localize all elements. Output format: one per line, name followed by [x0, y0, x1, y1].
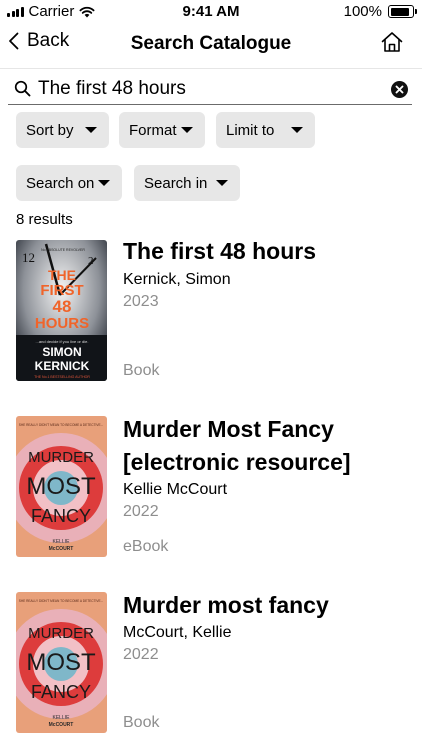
sort-by-dropdown[interactable]: Sort by [16, 112, 109, 148]
format-label: Format [129, 121, 177, 139]
home-button[interactable] [380, 30, 404, 59]
cover-footer: THE No.1 BESTSELLING AUTHOR [34, 375, 90, 379]
cover-title-line: MOST [26, 473, 96, 500]
page-title: Search Catalogue [130, 33, 292, 54]
status-bar: Carrier 9:41 AM 100% [0, 0, 422, 24]
cover-author-line: KERNICK [35, 359, 90, 373]
search-bar[interactable] [8, 74, 412, 105]
result-title[interactable]: Murder most fancy [123, 589, 413, 622]
result-format: Book [123, 362, 160, 379]
result-author: Kellie McCourt [123, 481, 228, 498]
search-icon [14, 80, 31, 97]
result-author: Kernick, Simon [123, 271, 231, 288]
search-on-dropdown[interactable]: Search on [16, 165, 122, 201]
svg-text:12: 12 [22, 250, 35, 265]
cover-author-line: KELLIE [53, 539, 71, 545]
caret-down-icon [98, 180, 110, 186]
cover-author-line: McCOURT [49, 546, 74, 552]
cover-title-line: MOST [26, 649, 96, 676]
search-input[interactable] [38, 76, 378, 102]
cover-author-line: SIMON [42, 345, 81, 359]
clear-search-icon[interactable] [391, 81, 408, 98]
caret-down-icon [85, 127, 97, 133]
cover-title-line: 48 [53, 297, 72, 316]
result-format: Book [123, 714, 160, 731]
cover-title-line: MURDER [28, 625, 94, 642]
result-item[interactable]: SHE REALLY DIDN'T MEAN TO BECOME A DETEC… [16, 416, 416, 561]
cover-tagline: ...and decide if you live or die. [36, 339, 89, 344]
home-icon [381, 32, 403, 52]
result-item[interactable]: No ABSOLUTE REVOLVER 12 2 THE FIRST 48 H… [16, 238, 416, 385]
search-on-label: Search on [26, 174, 95, 192]
format-dropdown[interactable]: Format [119, 112, 205, 148]
cover-top-tagline: SHE REALLY DIDN'T MEAN TO BECOME A DETEC… [19, 599, 104, 603]
result-title[interactable]: Murder Most Fancy [electronic resource] [123, 413, 413, 479]
navigation-bar: Back Search Catalogue [0, 26, 422, 62]
results-count: 8 results [16, 211, 73, 228]
cover-author-line: KELLIE [53, 715, 71, 721]
nav-divider [0, 68, 422, 69]
result-year: 2022 [123, 503, 159, 520]
result-format: eBook [123, 538, 169, 555]
cover-title-line: THE [48, 267, 76, 283]
battery-icon [388, 5, 417, 18]
search-in-label: Search in [144, 174, 208, 192]
result-title[interactable]: The first 48 hours [123, 235, 413, 268]
limit-to-label: Limit to [226, 121, 275, 139]
result-author: McCourt, Kellie [123, 624, 232, 641]
result-item[interactable]: SHE REALLY DIDN'T MEAN TO BECOME A DETEC… [16, 592, 416, 737]
caret-down-icon [216, 180, 228, 186]
caret-down-icon [291, 127, 303, 133]
search-in-dropdown[interactable]: Search in [134, 165, 240, 201]
caret-down-icon [181, 127, 193, 133]
cover-title-line: FANCY [31, 506, 91, 526]
book-cover: SHE REALLY DIDN'T MEAN TO BECOME A DETEC… [16, 416, 107, 557]
limit-to-dropdown[interactable]: Limit to [216, 112, 315, 148]
cover-top-tagline: SHE REALLY DIDN'T MEAN TO BECOME A DETEC… [19, 423, 104, 427]
cover-author-line: McCOURT [49, 722, 74, 728]
result-year: 2022 [123, 646, 159, 663]
result-year: 2023 [123, 293, 159, 310]
cover-title-line: FANCY [31, 682, 91, 702]
book-cover: SHE REALLY DIDN'T MEAN TO BECOME A DETEC… [16, 592, 107, 733]
cover-title-line: HOURS [35, 315, 89, 332]
battery-percent: 100% [343, 3, 382, 20]
cover-title-line: MURDER [28, 449, 94, 466]
sort-by-label: Sort by [26, 121, 74, 139]
book-cover: No ABSOLUTE REVOLVER 12 2 THE FIRST 48 H… [16, 240, 107, 381]
